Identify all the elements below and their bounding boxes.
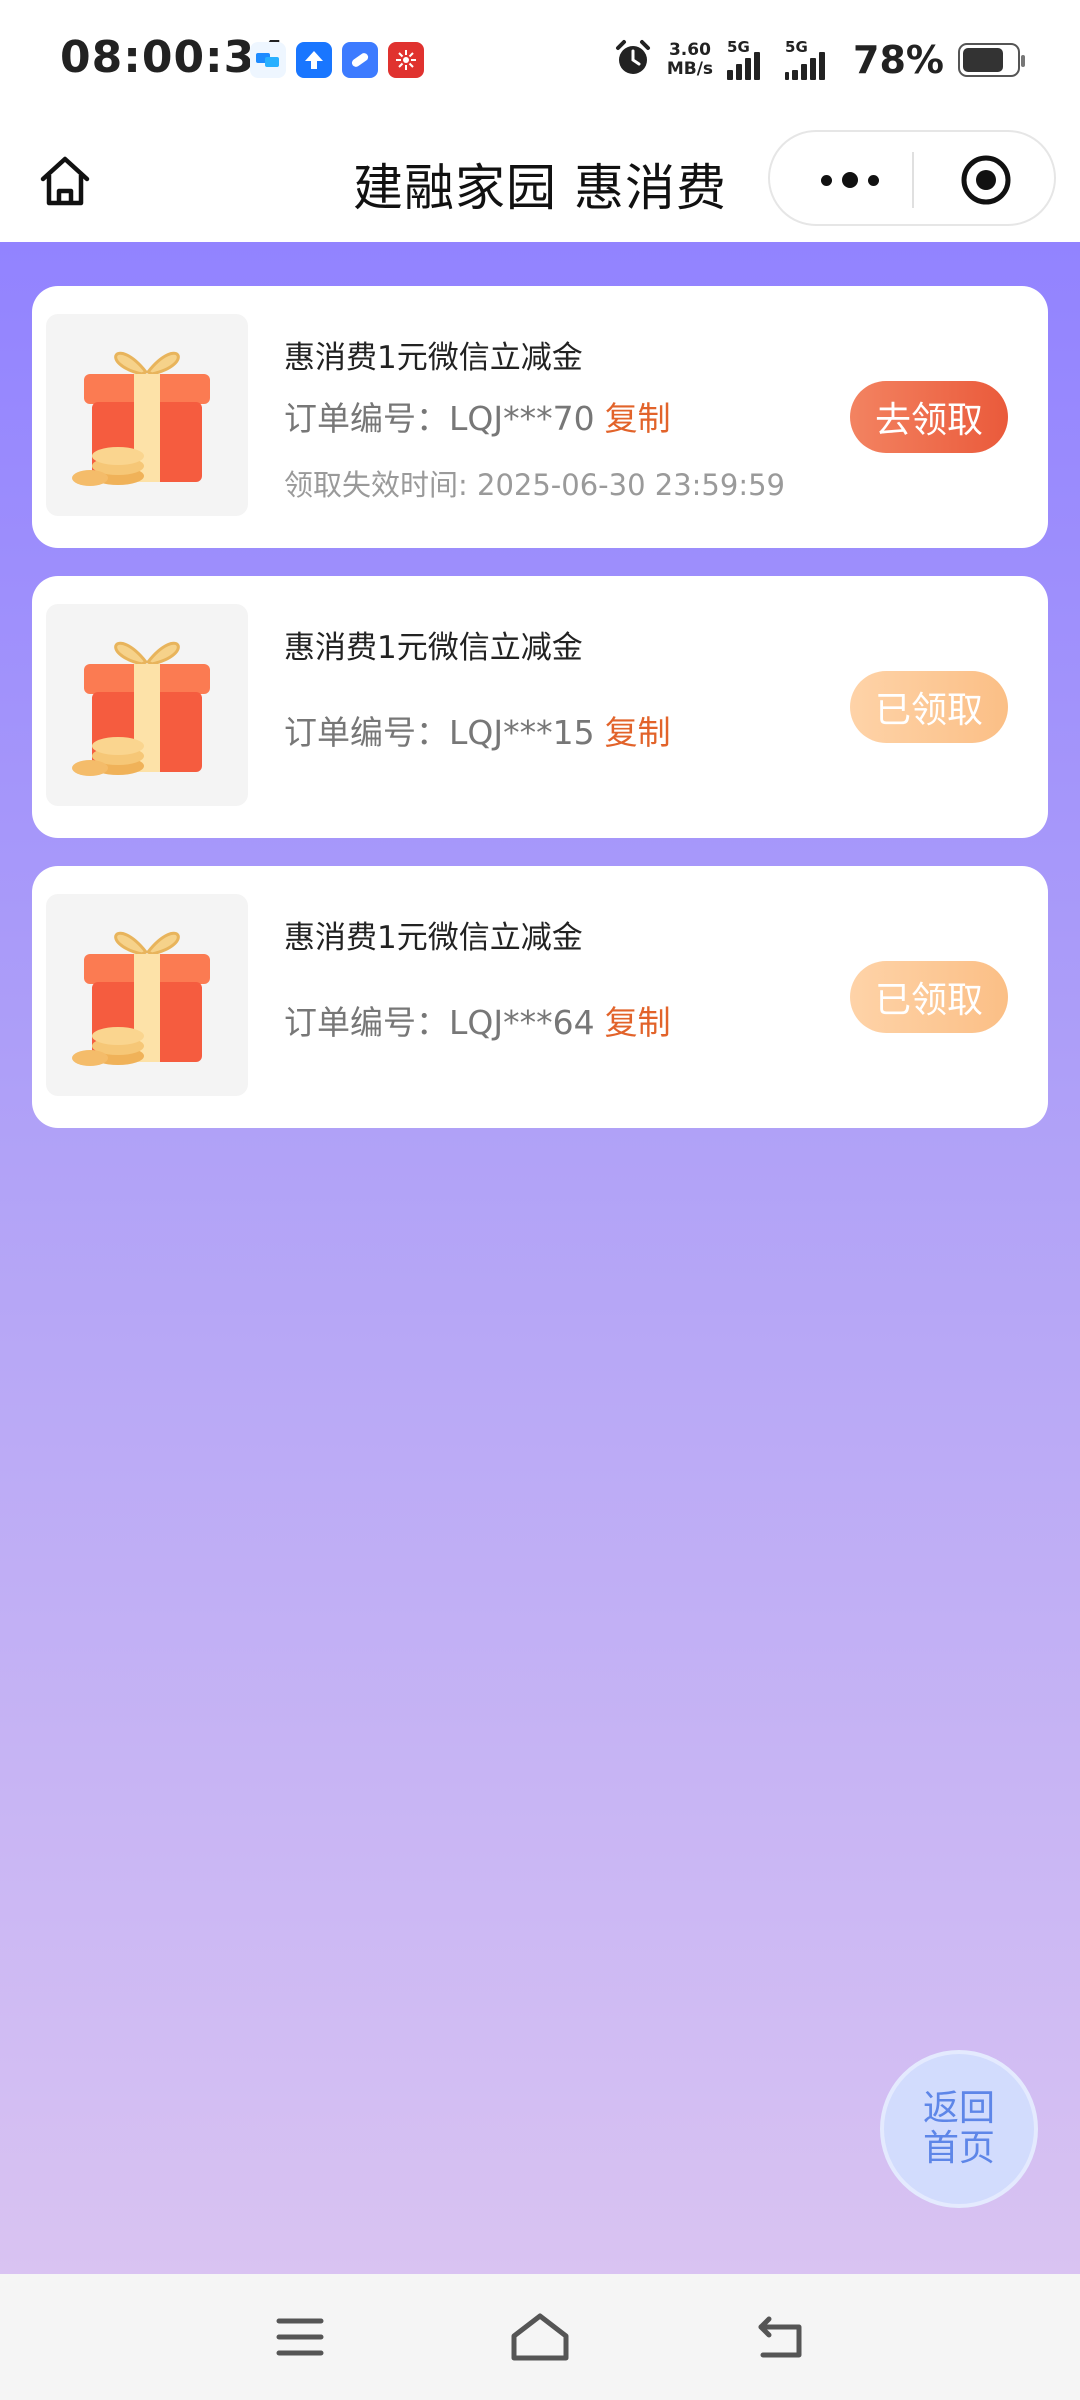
order-number-label: 订单编号：: [284, 399, 449, 438]
capsule-divider: [912, 152, 914, 208]
network-speed-unit: MB/s: [666, 59, 714, 79]
main-content: 惠消费1元微信立减金 订单编号：LQJ***70 复制 领取失效时间: 2025-…: [0, 242, 1080, 2274]
order-number: LQJ***64: [449, 1003, 595, 1042]
claimed-button[interactable]: 已领取: [850, 961, 1008, 1033]
coupon-card: 惠消费1元微信立减金 订单编号：LQJ***15 复制 已领取: [32, 576, 1048, 838]
copy-link[interactable]: 复制: [605, 1003, 671, 1042]
status-bar: 08:00:34 3.60 MB/s 5G 5G 78%: [0, 0, 1080, 120]
coupon-thumbnail: [46, 604, 248, 806]
network-speed-value: 3.60: [668, 40, 711, 60]
battery-icon: [958, 43, 1025, 77]
back-home-label-line2: 首页: [922, 2128, 995, 2169]
target-icon: [961, 155, 1011, 205]
order-number-row: 订单编号：LQJ***70 复制: [284, 392, 671, 440]
claimed-button[interactable]: 已领取: [850, 671, 1008, 743]
nav-menu-button[interactable]: [265, 2302, 335, 2372]
home-icon: [40, 156, 90, 206]
gift-box-icon: [72, 931, 210, 1066]
back-icon: [758, 2316, 802, 2358]
claim-button[interactable]: 去领取: [850, 381, 1008, 453]
signal-icon: 5G: [785, 38, 839, 80]
order-number-row: 订单编号：LQJ***15 复制: [284, 706, 671, 754]
order-number-label: 订单编号：: [284, 1003, 449, 1042]
upload-app-icon: [296, 42, 332, 78]
copy-link[interactable]: 复制: [605, 713, 671, 752]
miniprogram-capsule: [768, 130, 1056, 226]
signal-icon: 5G: [727, 38, 771, 80]
battery-percent: 78%: [853, 38, 944, 82]
flower-app-icon: [388, 42, 424, 78]
order-number-row: 订单编号：LQJ***64 复制: [284, 996, 671, 1044]
close-miniprogram-button[interactable]: [960, 154, 1012, 206]
header-home-button[interactable]: [30, 146, 100, 216]
copy-link[interactable]: 复制: [605, 399, 671, 438]
more-button[interactable]: [810, 158, 890, 202]
home-icon: [511, 2313, 569, 2361]
pill-app-icon: [342, 42, 378, 78]
coupon-thumbnail: [46, 314, 248, 516]
coupon-card: 惠消费1元微信立减金 订单编号：LQJ***64 复制 已领取: [32, 866, 1048, 1128]
order-number-label: 订单编号：: [284, 713, 449, 752]
signal-label: 5G: [785, 38, 808, 56]
chat-app-icon: [250, 42, 286, 78]
back-home-button[interactable]: 返回 首页: [880, 2050, 1038, 2208]
expiry-time: 领取失效时间: 2025-06-30 23:59:59: [284, 468, 785, 502]
coupon-thumbnail: [46, 894, 248, 1096]
menu-icon: [276, 2318, 324, 2356]
network-speed: 3.60 MB/s: [667, 41, 713, 79]
notification-icons: [250, 42, 424, 78]
coupon-title: 惠消费1元微信立减金: [284, 630, 583, 666]
more-dots-icon: [821, 174, 832, 186]
alarm-icon: [613, 38, 653, 82]
coupon-card: 惠消费1元微信立减金 订单编号：LQJ***70 复制 领取失效时间: 2025-…: [32, 286, 1048, 548]
gift-box-icon: [72, 351, 210, 486]
app-header: 建融家园 惠消费: [0, 120, 1080, 242]
order-number: LQJ***70: [449, 399, 595, 438]
system-nav-bar: [0, 2274, 1080, 2400]
nav-home-button[interactable]: [505, 2302, 575, 2372]
system-indicators: 3.60 MB/s 5G 5G 78%: [613, 30, 1025, 90]
gift-box-icon: [72, 641, 210, 776]
page-title: 建融家园 惠消费: [353, 159, 727, 217]
coupon-title: 惠消费1元微信立减金: [284, 920, 583, 956]
back-home-label-line1: 返回: [922, 2088, 995, 2129]
coupon-title: 惠消费1元微信立减金: [284, 340, 583, 376]
nav-back-button[interactable]: [745, 2302, 815, 2372]
signal-label: 5G: [727, 38, 750, 56]
order-number: LQJ***15: [449, 713, 595, 752]
